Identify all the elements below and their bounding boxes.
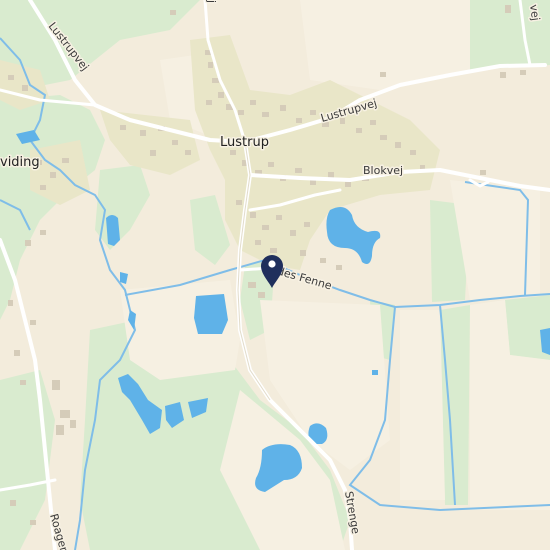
label-blokvej: Blokvej <box>363 164 403 177</box>
map-canvas[interactable]: Lustrup viding Lustrupvej Lustrupvej Blo… <box>0 0 550 550</box>
label-top-mid-road: j <box>205 0 218 3</box>
label-viding: viding <box>0 155 40 170</box>
pond-west <box>106 215 120 246</box>
label-top-right-road: vej <box>527 4 542 22</box>
label-lustrup: Lustrup <box>220 135 269 150</box>
map-layer[interactable]: Lustrup viding Lustrupvej Lustrupvej Blo… <box>0 0 550 550</box>
pond-center <box>194 294 228 334</box>
